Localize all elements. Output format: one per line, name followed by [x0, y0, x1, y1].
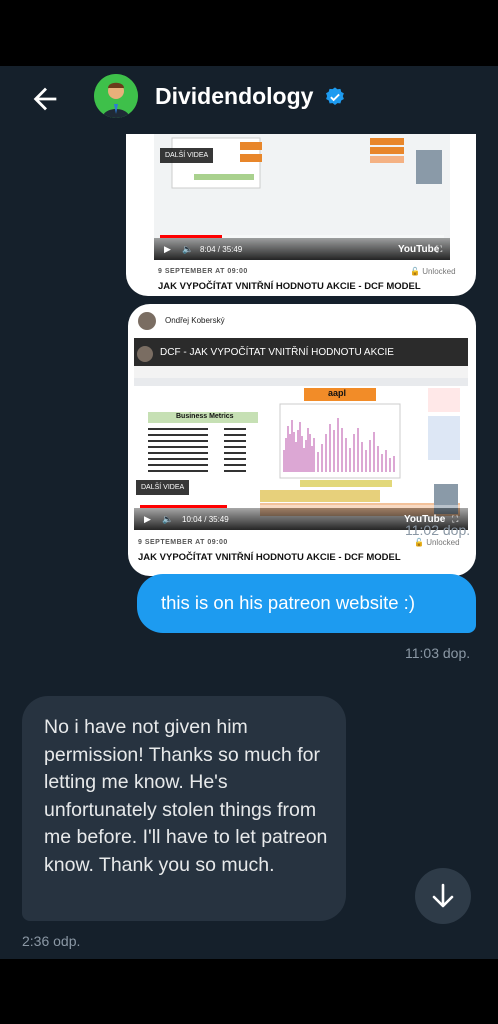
conversation-header: Dividendology [0, 66, 498, 130]
video-time: 8:04 / 35:49 [200, 245, 243, 254]
message-timestamp: 11:03 dop. [405, 645, 471, 661]
unlocked-label: 🔓 Unlocked [410, 267, 456, 276]
ticker-label: aapl [328, 388, 347, 398]
video-progress[interactable] [160, 235, 444, 238]
video-progress[interactable] [140, 505, 462, 508]
video-thumbnail[interactable]: DALŠÍ VIDEA ▶ 🔈 8:04 / 35:49 YouTube ⛶ [154, 134, 450, 260]
table-title: Business Metrics [176, 413, 234, 420]
shared-post-card[interactable]: DALŠÍ VIDEA ▶ 🔈 8:04 / 35:49 YouTube ⛶ 9… [126, 134, 476, 296]
message-timestamp: 2:36 odp. [22, 933, 81, 949]
post-date: 9 SEPTEMBER AT 09:00 [138, 539, 228, 546]
scroll-to-bottom-button[interactable] [415, 868, 471, 924]
arrow-left-icon[interactable] [28, 82, 62, 116]
play-icon[interactable]: ▶ [164, 244, 171, 255]
avatar[interactable] [94, 74, 138, 118]
post-title[interactable]: JAK VYPOČÍTAT VNITŘNÍ HODNOTU AKCIE - DC… [138, 552, 401, 563]
author-name: Ondřej Koberský [165, 316, 225, 325]
fullscreen-icon[interactable]: ⛶ [436, 244, 442, 255]
volume-icon[interactable]: 🔈 [182, 244, 193, 255]
video-title[interactable]: DCF - JAK VYPOČÍTAT VNITŘNÍ HODNOTU AKCI… [160, 347, 394, 358]
author-avatar [138, 312, 156, 330]
outgoing-message[interactable]: this is on his patreon website :) [137, 574, 476, 633]
play-icon[interactable]: ▶ [144, 514, 151, 525]
incoming-message[interactable]: No i have not given him permission! Than… [22, 696, 346, 921]
post-title[interactable]: JAK VYPOČÍTAT VNITŘNÍ HODNOTU AKCIE - DC… [158, 281, 421, 292]
more-videos-label[interactable]: DALŠÍ VIDEA [160, 148, 214, 163]
youtube-logo[interactable]: YouTube [398, 244, 439, 255]
arrow-down-icon [432, 883, 454, 908]
more-videos-label[interactable]: DALŠÍ VIDEA [136, 480, 190, 495]
message-text: No i have not given him permission! Than… [44, 716, 328, 876]
video-thumbnail[interactable]: DCF - JAK VYPOČÍTAT VNITŘNÍ HODNOTU AKCI… [134, 338, 468, 530]
post-date: 9 SEPTEMBER AT 09:00 [158, 268, 248, 275]
conversation-screen: Dividendology DALŠÍ VIDEA ▶ 🔈 8:04 / 35:… [0, 66, 498, 959]
message-text: this is on his patreon website :) [161, 592, 415, 613]
verified-badge-icon [326, 87, 344, 105]
message-timestamp: 11:02 dop. [405, 522, 471, 538]
video-time: 10:04 / 35:49 [182, 515, 229, 524]
conversation-title[interactable]: Dividendology [155, 83, 313, 110]
unlocked-label: 🔓 Unlocked [414, 538, 460, 547]
volume-icon[interactable]: 🔈 [162, 514, 173, 525]
